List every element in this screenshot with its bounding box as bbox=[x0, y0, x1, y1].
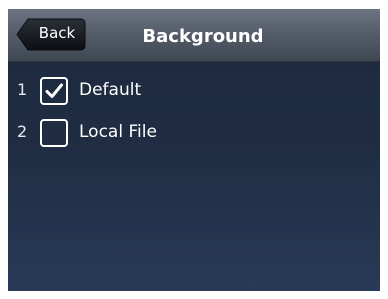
page-title: Background bbox=[142, 26, 264, 47]
default-checkbox[interactable] bbox=[40, 77, 68, 105]
title-bar: Back Background bbox=[8, 9, 380, 62]
back-button[interactable]: Back bbox=[16, 18, 86, 51]
option-index: 2 bbox=[17, 122, 28, 141]
back-button-label: Back bbox=[38, 24, 76, 42]
device-screen: Back Background 1 Default 2 Local File bbox=[8, 9, 380, 291]
option-index: 1 bbox=[17, 80, 28, 99]
option-default[interactable]: 1 Default bbox=[8, 72, 380, 108]
option-label: Default bbox=[79, 80, 142, 100]
option-label: Local File bbox=[79, 122, 157, 142]
checkmark-icon bbox=[45, 83, 63, 98]
local-file-checkbox[interactable] bbox=[40, 119, 68, 147]
option-local-file[interactable]: 2 Local File bbox=[8, 114, 380, 150]
